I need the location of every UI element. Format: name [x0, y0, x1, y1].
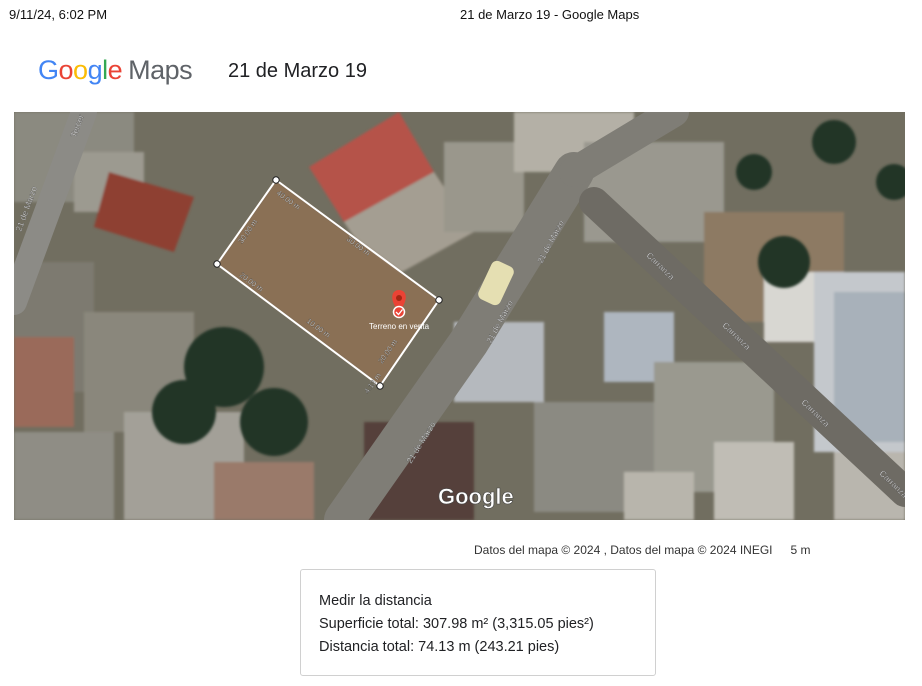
logo-maps-word: Maps	[128, 55, 193, 85]
print-header: 9/11/24, 6:02 PM 21 de Marzo 19 - Google…	[0, 7, 922, 23]
map-canvas[interactable]: 40.00 m 30.00 m 30.00 m 20.00 m 10.00 m …	[14, 112, 905, 520]
logo-google-word: Google	[38, 55, 123, 85]
attribution-text: Datos del mapa © 2024 , Datos del mapa ©…	[474, 543, 773, 557]
header-row: Google Maps 21 de Marzo 19	[38, 55, 638, 91]
satellite-map[interactable]: 40.00 m 30.00 m 30.00 m 20.00 m 10.00 m …	[14, 112, 905, 520]
place-title: 21 de Marzo 19	[228, 60, 367, 82]
selected-place-icon	[392, 305, 406, 319]
map-scale: 5 m	[790, 543, 811, 557]
print-date: 9/11/24, 6:02 PM	[9, 7, 108, 22]
measure-distance-panel: Medir la distancia Superficie total: 307…	[300, 569, 656, 676]
google-maps-logo[interactable]: Google Maps	[38, 55, 193, 86]
google-watermark: Google	[438, 484, 514, 509]
measure-title: Medir la distancia	[319, 593, 432, 609]
measure-distance: Distancia total: 74.13 m (243.21 pies)	[319, 639, 560, 655]
measure-area: Superficie total: 307.98 m² (3,315.05 pi…	[319, 616, 594, 632]
pin-label: Terreno en venta	[369, 322, 430, 331]
print-page-title: 21 de Marzo 19 - Google Maps	[460, 7, 640, 22]
map-attribution: Datos del mapa © 2024 , Datos del mapa ©…	[474, 543, 811, 557]
